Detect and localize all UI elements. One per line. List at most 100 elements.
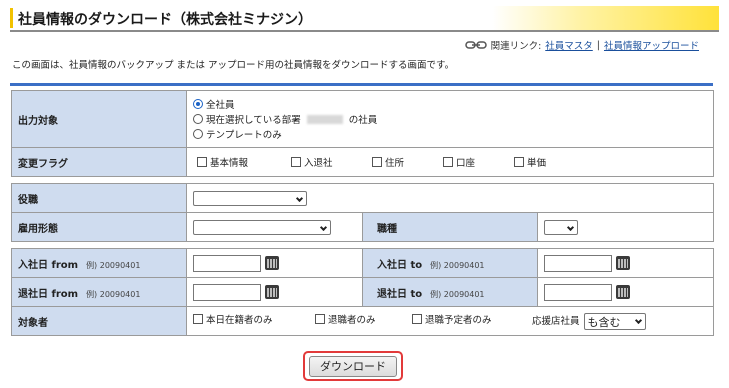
join-from-label: 入社日 from [18, 259, 79, 271]
checkbox-label: 口座 [456, 157, 476, 169]
download-button[interactable]: ダウンロード [309, 355, 397, 377]
change-flags-label: 変更フラグ [11, 147, 187, 177]
support-staff-label: 応援店社員 [532, 316, 580, 327]
target-retired-only[interactable]: 退職者のみ [315, 312, 412, 326]
checkbox-icon[interactable] [514, 156, 524, 167]
checkbox-icon[interactable] [193, 314, 203, 324]
leave-date-row: 退社日 from 例) 20090401 退社日 to 例) 20090401 [11, 277, 714, 307]
support-staff-select[interactable]: も含む [583, 313, 646, 330]
radio-icon[interactable] [193, 99, 203, 109]
download-button-highlight: ダウンロード [303, 351, 403, 381]
join-from-label-cell: 入社日 from 例) 20090401 [11, 248, 187, 278]
link-chain-icon [464, 41, 487, 49]
join-to-label-cell: 入社日 to 例) 20090401 [362, 248, 538, 278]
position-select[interactable] [193, 190, 307, 206]
join-to-label: 入社日 to [377, 259, 423, 271]
flag-join-leave[interactable]: 入退社 [291, 155, 372, 169]
flag-account[interactable]: 口座 [443, 155, 514, 169]
chevron-down-icon [566, 223, 575, 231]
change-flags-row: 変更フラグ 基本情報 入退社 住所 口座 単価 [11, 147, 714, 177]
related-links: 関連リンク: 社員マスタ | 社員情報アップロード [464, 38, 699, 52]
output-target-options: 全社員 現在選択している部署 の社員 テンプレートのみ [186, 90, 714, 148]
flag-unit-price[interactable]: 単価 [514, 155, 546, 169]
target-current-only[interactable]: 本日在籍者のみ [193, 312, 315, 326]
checkbox-label: 住所 [385, 157, 405, 169]
date-range-table: 入社日 from 例) 20090401 入社日 to 例) 20090401 退社… [11, 248, 714, 336]
checkbox-label: 基本情報 [210, 157, 249, 169]
employee-master-link[interactable]: 社員マスタ [545, 38, 593, 52]
page-header: 社員情報のダウンロード（株式会社ミナジン） [10, 6, 719, 32]
radio-label: 現在選択している部署 [206, 115, 301, 126]
target-row: 対象者 本日在籍者のみ 退職者のみ 退職予定者のみ 応援店社員 も含む [11, 306, 714, 336]
join-from-cell [186, 248, 363, 278]
employment-type-cell [186, 212, 363, 242]
leave-from-label-cell: 退社日 from 例) 20090401 [11, 277, 187, 307]
header-accent-mark [10, 8, 13, 28]
checkbox-label: 退職者のみ [328, 315, 376, 326]
radio-icon[interactable] [193, 114, 203, 124]
employment-row: 雇用形態 職種 [11, 212, 715, 242]
support-staff-select-value: も含む [587, 316, 621, 329]
join-from-input[interactable] [193, 254, 261, 272]
leave-from-example: 例) 20090401 [86, 289, 141, 299]
radio-label: 全社員 [206, 100, 235, 111]
flag-address[interactable]: 住所 [372, 155, 443, 169]
output-target-row: 出力対象 全社員 現在選択している部署 の社員 テンプレートのみ [11, 90, 714, 148]
radio-label-suffix: の社員 [348, 115, 378, 126]
target-cell: 本日在籍者のみ 退職者のみ 退職予定者のみ 応援店社員 も含む [186, 306, 714, 336]
calendar-icon[interactable] [265, 256, 279, 270]
leave-from-input[interactable] [193, 283, 261, 301]
leave-from-cell [186, 277, 363, 307]
related-links-label: 関連リンク: [490, 41, 542, 52]
related-links-separator: | [596, 39, 600, 51]
output-target-label: 出力対象 [11, 90, 187, 148]
leave-to-label: 退社日 to [377, 288, 423, 300]
flag-basic-info[interactable]: 基本情報 [197, 155, 291, 169]
radio-all-employees[interactable]: 全社員 [193, 97, 707, 112]
change-flags-options: 基本情報 入退社 住所 口座 単価 [186, 147, 714, 177]
leave-to-label-cell: 退社日 to 例) 20090401 [362, 277, 538, 307]
checkbox-icon[interactable] [443, 156, 453, 167]
radio-icon[interactable] [193, 129, 203, 139]
chevron-down-icon [295, 194, 304, 202]
position-row: 役職 [11, 183, 715, 213]
leave-from-label: 退社日 from [18, 288, 79, 300]
checkbox-label: 入退社 [304, 157, 333, 169]
section-divider [10, 83, 713, 86]
checkbox-icon[interactable] [372, 156, 382, 167]
join-to-input[interactable] [544, 254, 612, 272]
leave-to-cell [537, 277, 714, 307]
employment-type-label: 雇用形態 [11, 212, 187, 242]
checkbox-label: 単価 [527, 157, 547, 169]
leave-to-input[interactable] [544, 283, 612, 301]
position-table: 役職 雇用形態 職種 [11, 183, 715, 242]
page-description: この画面は、社員情報のバックアップ または アップロード用の社員情報をダウンロー… [12, 60, 455, 71]
calendar-icon[interactable] [616, 285, 630, 299]
employment-type-select[interactable] [193, 219, 331, 235]
join-to-cell [537, 248, 714, 278]
target-label: 対象者 [11, 306, 187, 336]
position-cell [185, 183, 715, 213]
calendar-icon[interactable] [265, 285, 279, 299]
radio-current-department[interactable]: 現在選択している部署 の社員 [193, 112, 707, 127]
employee-upload-link[interactable]: 社員情報アップロード [604, 38, 699, 52]
checkbox-icon[interactable] [315, 314, 325, 324]
checkbox-label: 退職予定者のみ [425, 315, 492, 326]
job-type-cell [536, 212, 715, 242]
checkbox-icon[interactable] [291, 156, 301, 167]
target-retiring-only[interactable]: 退職予定者のみ [412, 312, 532, 326]
checkbox-icon[interactable] [412, 314, 422, 324]
join-date-row: 入社日 from 例) 20090401 入社日 to 例) 20090401 [11, 248, 714, 278]
radio-template-only[interactable]: テンプレートのみ [193, 127, 707, 142]
page-title: 社員情報のダウンロード（株式会社ミナジン） [18, 12, 312, 28]
checkbox-icon[interactable] [197, 156, 207, 167]
join-to-example: 例) 20090401 [430, 260, 485, 270]
leave-to-example: 例) 20090401 [430, 289, 485, 299]
job-type-select[interactable] [544, 219, 578, 235]
redacted-department [306, 114, 343, 124]
chevron-down-icon [634, 316, 642, 325]
position-label: 役職 [11, 183, 187, 213]
join-from-example: 例) 20090401 [86, 260, 141, 270]
calendar-icon[interactable] [616, 256, 630, 270]
checkbox-label: 本日在籍者のみ [206, 315, 273, 326]
